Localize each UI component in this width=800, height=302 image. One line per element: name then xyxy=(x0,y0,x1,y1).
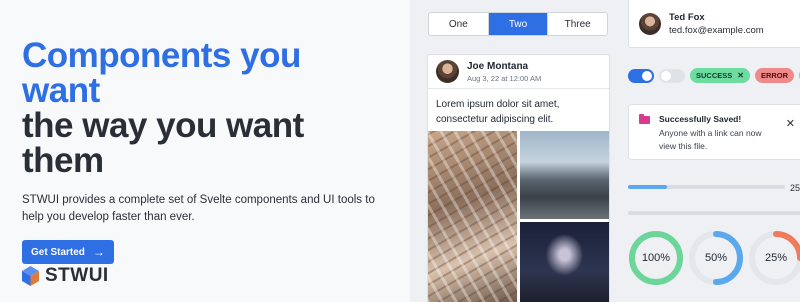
error-badge: ERROR xyxy=(754,68,795,83)
toggle-off[interactable] xyxy=(659,68,685,83)
segment-three[interactable]: Three xyxy=(548,13,607,35)
contact-card: Ted Fox ted.fox@example.com xyxy=(628,0,800,48)
progress-label: 25 xyxy=(790,183,800,193)
logo-text: STWUI xyxy=(45,265,109,286)
progress-ring-50: 50% xyxy=(688,230,744,286)
folder-icon xyxy=(639,114,650,124)
get-started-button[interactable]: Get Started → xyxy=(22,240,114,264)
progress-ring-25: 25% xyxy=(748,230,800,286)
progress-bar-fill xyxy=(628,185,668,189)
image-grid xyxy=(428,131,609,302)
toast-title: Successfully Saved! xyxy=(659,114,742,124)
segment-one[interactable]: One xyxy=(429,13,489,35)
contact-name: Ted Fox xyxy=(669,11,705,23)
segment-two[interactable]: Two xyxy=(488,13,549,35)
hero-description: STWUI provides a complete set of Svelte … xyxy=(22,194,375,223)
ring-label: 50% xyxy=(704,252,728,264)
get-started-label: Get Started xyxy=(31,246,85,258)
avatar xyxy=(436,60,459,83)
logo-mark-icon xyxy=(22,266,39,286)
hero-title-line-3: the way you want xyxy=(22,106,304,145)
contact-email: ted.fox@example.com xyxy=(669,24,764,36)
post-date: Aug 3, 22 at 12:00 AM xyxy=(467,73,542,83)
toggle-badge-row: SUCCESS ✕ ERROR IN xyxy=(628,68,800,83)
component-showcase: One Two Three Joe Montana Aug 3, 22 at 1… xyxy=(410,0,800,302)
progress-ring-100: 100% xyxy=(628,230,684,286)
close-icon[interactable]: ✕ xyxy=(737,71,744,80)
progress-bar xyxy=(628,185,785,189)
post-body: Lorem ipsum dolor sit amet, consectetur … xyxy=(436,99,560,125)
success-toast: Successfully Saved! Anyone with a link c… xyxy=(628,104,800,160)
post-author: Joe Montana xyxy=(467,60,529,72)
ring-label: 100% xyxy=(641,252,671,264)
toggle-on[interactable] xyxy=(628,68,654,83)
success-badge: SUCCESS ✕ xyxy=(690,68,750,83)
architecture-image[interactable] xyxy=(428,131,517,302)
hero-title: Components you want the way you want the… xyxy=(22,38,410,178)
mountain-image[interactable] xyxy=(520,131,609,219)
stwui-logo[interactable]: STWUI xyxy=(22,265,109,287)
post-card-header: Joe Montana Aug 3, 22 at 12:00 AM xyxy=(428,55,609,89)
success-badge-label: SUCCESS xyxy=(696,71,733,80)
hero-title-line-2: want xyxy=(22,71,100,110)
hero-title-line-1: Components you xyxy=(22,36,301,75)
close-icon[interactable]: ✕ xyxy=(786,117,795,130)
toast-message: Anyone with a link can now view this fil… xyxy=(659,128,762,151)
arrow-right-icon: → xyxy=(92,245,105,259)
ring-label: 25% xyxy=(764,252,788,264)
progress-bar-empty xyxy=(628,211,800,215)
post-card: Joe Montana Aug 3, 22 at 12:00 AM Lorem … xyxy=(427,54,610,302)
segmented-control: One Two Three xyxy=(428,12,608,36)
night-sky-image[interactable] xyxy=(520,222,609,302)
avatar xyxy=(639,12,661,35)
hero-section: Components you want the way you want the… xyxy=(0,0,410,302)
hero-title-line-4: them xyxy=(22,141,104,180)
